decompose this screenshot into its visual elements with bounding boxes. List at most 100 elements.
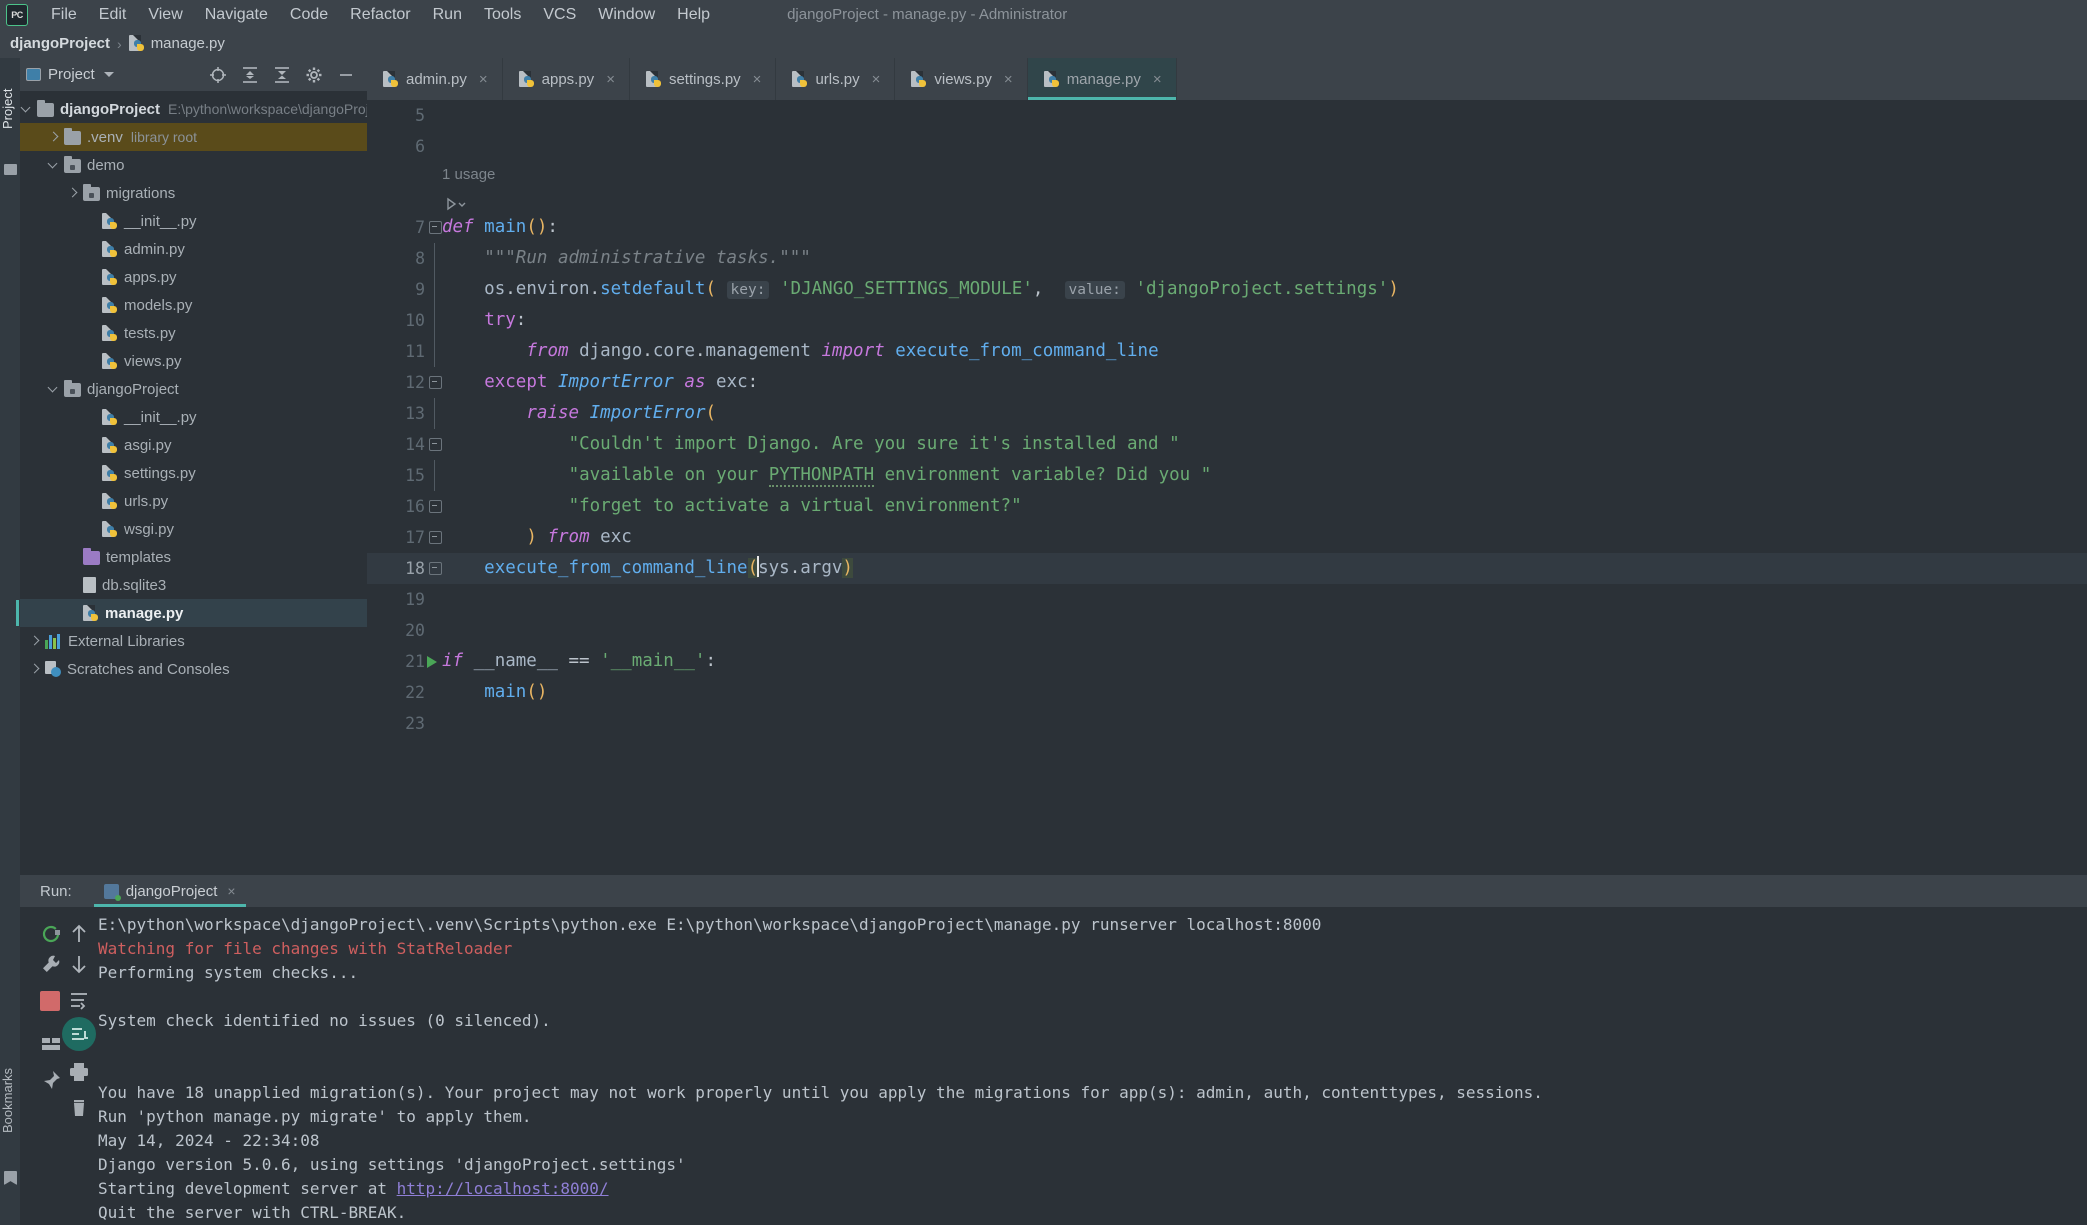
project-tree-item[interactable]: manage.py [16,599,367,627]
editor-tab[interactable]: settings.py × [630,58,777,100]
editor-tab[interactable]: views.py × [895,58,1028,100]
server-url-link[interactable]: http://localhost:8000/ [397,1179,609,1198]
code-editor[interactable]: 5 6 1 usage 7 def main(): 8 """Run administra… [367,100,2087,875]
editor-tab[interactable]: apps.py × [503,58,630,100]
project-tree-item[interactable]: __init__.py [20,403,367,431]
fold-icon[interactable] [429,531,442,544]
project-tree-item[interactable]: apps.py [20,263,367,291]
menu-refactor[interactable]: Refactor [339,3,421,27]
close-icon[interactable]: × [606,71,615,88]
expand-all-icon[interactable] [241,66,259,84]
pin-icon[interactable] [38,1067,64,1093]
code-line[interactable]: 21 if __name__ == '__main__': [367,646,2087,677]
gear-icon[interactable] [305,66,323,84]
fold-icon[interactable] [429,376,442,389]
menu-file[interactable]: File [40,3,88,27]
code-line[interactable]: 18 execute_from_command_line(sys.argv) [367,553,2087,584]
code-line[interactable]: 9 os.environ.setdefault( key: 'DJANGO_SE… [367,274,2087,305]
project-tree-item[interactable]: db.sqlite3 [20,571,367,599]
chevron-right-icon[interactable] [28,635,41,648]
project-tree-item[interactable]: tests.py [20,319,367,347]
soft-wrap-icon[interactable] [66,987,92,1013]
menu-code[interactable]: Code [279,3,339,27]
project-tree-item[interactable]: views.py [20,347,367,375]
fold-icon[interactable] [429,500,442,513]
close-icon[interactable]: × [479,71,488,88]
stripe-button-bookmarks[interactable]: Bookmarks [0,1040,20,1160]
project-tree-item[interactable]: asgi.py [20,431,367,459]
code-line[interactable]: 13 raise ImportError( [367,398,2087,429]
chevron-down-icon[interactable] [47,383,60,396]
collapse-all-icon[interactable] [273,66,291,84]
trash-icon[interactable] [66,1095,92,1121]
project-tree-item[interactable]: .venv library root [20,123,367,151]
close-icon[interactable]: × [1004,71,1013,88]
code-line[interactable]: 12 except ImportError as exc: [367,367,2087,398]
code-line[interactable]: 19 [367,584,2087,615]
code-line[interactable]: 15 "available on your PYTHONPATH environ… [367,460,2087,491]
chevron-right-icon[interactable] [47,131,60,144]
code-line[interactable]: 22 main() [367,677,2087,708]
chevron-right-icon[interactable] [66,187,79,200]
code-line[interactable]: 16 "forget to activate a virtual environ… [367,491,2087,522]
project-tree-item[interactable]: __init__.py [20,207,367,235]
menu-edit[interactable]: Edit [88,3,138,27]
close-icon[interactable]: × [872,71,881,88]
close-icon[interactable]: × [1153,71,1162,88]
project-tree-item[interactable]: templates [20,543,367,571]
code-line[interactable]: 17 ) from exc [367,522,2087,553]
breadcrumb-project[interactable]: djangoProject [10,35,110,52]
locate-icon[interactable] [209,66,227,84]
hide-panel-icon[interactable] [337,66,355,84]
layout-icon[interactable] [38,1031,64,1057]
fold-icon[interactable] [429,438,442,451]
menu-vcs[interactable]: VCS [532,3,587,27]
code-line[interactable]: 8 """Run administrative tasks.""" [367,243,2087,274]
editor-tab[interactable]: manage.py × [1027,58,1177,100]
stripe-button-django-structure[interactable]: Django Structure [0,1193,20,1225]
chevron-down-icon[interactable] [47,159,60,172]
project-tree-item[interactable]: demo [20,151,367,179]
chevron-down-icon[interactable] [103,72,114,77]
print-icon[interactable] [66,1059,92,1085]
project-tree-item[interactable]: djangoProject [20,375,367,403]
editor-tab[interactable]: admin.py × [367,58,503,100]
code-line[interactable]: 20 [367,615,2087,646]
run-configuration-gutter-icon[interactable] [445,194,466,212]
project-tree-item[interactable]: wsgi.py [20,515,367,543]
project-tree-item[interactable]: admin.py [20,235,367,263]
breadcrumb-file[interactable]: manage.py [151,35,225,52]
console-output[interactable]: E:\python\workspace\djangoProject\.venv\… [98,907,2087,1225]
scroll-down-icon[interactable] [66,951,92,977]
chevron-down-icon[interactable] [20,103,33,116]
fold-icon[interactable] [429,562,442,575]
project-tree-item[interactable]: models.py [20,291,367,319]
menu-view[interactable]: View [137,3,193,27]
menu-run[interactable]: Run [422,3,473,27]
menu-tools[interactable]: Tools [473,3,532,27]
run-config-tab[interactable]: djangoProject × [93,875,246,907]
menu-help[interactable]: Help [666,3,721,27]
code-line[interactable]: 5 [367,100,2087,131]
fold-icon[interactable] [429,221,442,234]
menu-window[interactable]: Window [587,3,666,27]
project-tree-item[interactable]: urls.py [20,487,367,515]
close-icon[interactable]: × [753,71,762,88]
editor-tab[interactable]: urls.py × [776,58,896,100]
project-tree-item[interactable]: External Libraries [20,627,367,655]
code-line[interactable]: 7 def main(): [367,212,2087,243]
code-line[interactable]: 10 try: [367,305,2087,336]
code-line[interactable]: 23 [367,708,2087,739]
usage-count-label[interactable]: 1 usage [442,162,495,188]
code-line[interactable]: 11 from django.core.management import ex… [367,336,2087,367]
chevron-right-icon[interactable] [28,663,41,676]
scroll-up-icon[interactable] [66,921,92,947]
stripe-button-project[interactable]: Project [0,64,20,154]
project-tree-item[interactable]: migrations [20,179,367,207]
menu-navigate[interactable]: Navigate [194,3,279,27]
run-gutter-icon[interactable] [427,656,437,668]
project-tree-item[interactable]: settings.py [20,459,367,487]
stop-icon[interactable] [40,991,60,1011]
project-tree-item[interactable]: Scratches and Consoles [20,655,367,683]
scroll-to-end-icon[interactable] [62,1017,96,1051]
